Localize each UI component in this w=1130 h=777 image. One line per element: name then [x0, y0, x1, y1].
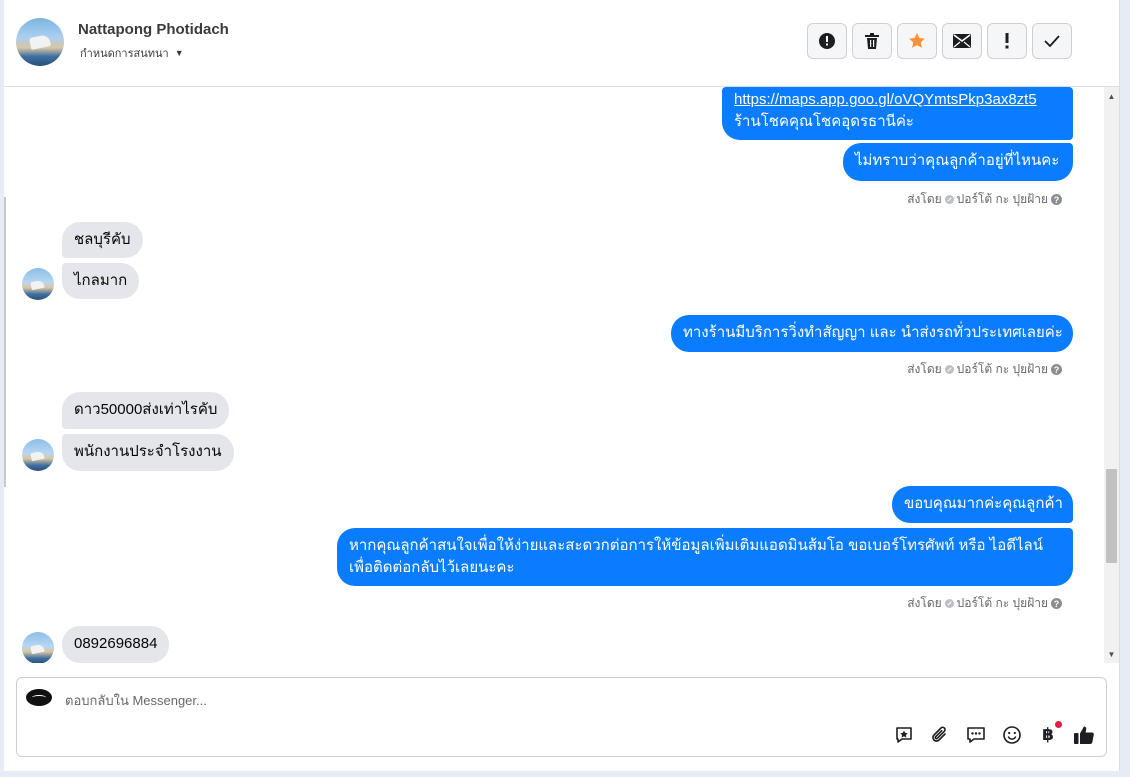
conversation-panel: Nattapong Photidach กำหนดการสนทนา ▼ http…: [4, 0, 1120, 771]
sent-by-info: ส่งโดย ปอร์โต้ กะ ปุยฝ้าย ?: [907, 360, 1062, 379]
sent-by-info: ส่งโดย ปอร์โต้ กะ ปุยฝ้าย ?: [907, 190, 1062, 209]
message-text: ทางร้านมีบริการวิ่งทำสัญญา และ นำส่งรถทั…: [683, 324, 1063, 341]
important-button[interactable]: [987, 23, 1027, 59]
incoming-message[interactable]: 0892696884: [62, 626, 170, 663]
paperclip-icon: [932, 726, 946, 742]
saved-reply-icon: [896, 727, 912, 743]
conversation-schedule-dropdown[interactable]: กำหนดการสนทนา ▼: [80, 44, 184, 62]
message-text: ไม่ทราบว่าคุณลูกค้าอยู่ที่ไหนคะ: [855, 152, 1060, 169]
attach-button[interactable]: [928, 723, 952, 747]
thread-scrollbar[interactable]: ▲ ▼: [1104, 87, 1119, 663]
sent-by-name: ปอร์โต้ กะ ปุยฝ้าย: [956, 596, 1048, 610]
saved-reply-button[interactable]: [892, 723, 916, 747]
verified-icon: [944, 599, 954, 608]
message-text-line1: หากคุณลูกค้าสนใจเพื่อให้ง่ายและสะดวกต่อก…: [349, 537, 1043, 554]
message-text: ชลบุรีคับ: [74, 231, 131, 248]
help-icon[interactable]: ?: [1051, 364, 1062, 375]
sent-by-name: ปอร์โต้ กะ ปุยฝ้าย: [956, 362, 1048, 376]
conversation-header: Nattapong Photidach กำหนดการสนทนา ▼: [4, 0, 1119, 87]
message-text-line2: เพื่อติดต่อกลับไว้เลยนะคะ: [349, 559, 515, 576]
left-edge-divider: [4, 197, 6, 487]
sent-by-label: ส่งโดย: [907, 192, 942, 206]
thumbs-up-icon: [1074, 726, 1094, 744]
contact-avatar[interactable]: [16, 18, 64, 66]
incoming-message[interactable]: ชลบุรีคับ: [62, 222, 143, 258]
scrollbar-thumb[interactable]: [1106, 469, 1117, 563]
scroll-down-icon[interactable]: ▼: [1104, 647, 1119, 661]
outgoing-message[interactable]: https://maps.app.goo.gl/oVQYmtsPkp3ax8zt…: [722, 87, 1073, 140]
delete-button[interactable]: [852, 23, 892, 59]
incoming-message[interactable]: ดาว50000ส่งเท่าไรคับ: [62, 392, 230, 429]
header-actions: [807, 23, 1072, 59]
star-icon: [909, 33, 925, 48]
reply-composer: ฿: [16, 677, 1107, 757]
quick-replies-button[interactable]: [964, 723, 988, 747]
star-button[interactable]: [897, 23, 937, 59]
incoming-message[interactable]: พนักงานประจำโรงงาน: [62, 434, 234, 471]
message-text: 0892696884: [74, 635, 158, 652]
message-thread: https://maps.app.goo.gl/oVQYmtsPkp3ax8zt…: [4, 87, 1104, 663]
checkmark-icon: [1044, 35, 1060, 47]
notification-dot: [1055, 721, 1062, 728]
spam-alert-button[interactable]: [807, 23, 847, 59]
mail-button[interactable]: [942, 23, 982, 59]
contact-name[interactable]: Nattapong Photidach: [78, 21, 229, 38]
outgoing-message[interactable]: ไม่ทราบว่าคุณลูกค้าอยู่ที่ไหนคะ: [843, 143, 1073, 181]
sent-by-label: ส่งโดย: [907, 596, 942, 610]
outgoing-message[interactable]: ขอบคุณมากค่ะคุณลูกค้า: [892, 486, 1073, 523]
help-icon[interactable]: ?: [1051, 194, 1062, 205]
emoji-button[interactable]: [1000, 723, 1024, 747]
map-link[interactable]: https://maps.app.goo.gl/oVQYmtsPkp3ax8zt…: [734, 91, 1037, 108]
contact-avatar-small[interactable]: [22, 439, 54, 471]
message-text: ไกลมาก: [74, 272, 128, 289]
like-button[interactable]: [1072, 723, 1096, 747]
scroll-up-icon[interactable]: ▲: [1104, 89, 1119, 103]
contact-avatar-small[interactable]: [22, 632, 54, 663]
incoming-message[interactable]: ไกลมาก: [62, 263, 140, 299]
reply-input[interactable]: [65, 690, 765, 710]
message-text: ขอบคุณมากค่ะคุณลูกค้า: [904, 495, 1063, 512]
sent-by-label: ส่งโดย: [907, 362, 942, 376]
trash-icon: [865, 33, 879, 49]
message-text: พนักงานประจำโรงงาน: [74, 443, 222, 460]
sent-by-name: ปอร์โต้ กะ ปุยฝ้าย: [956, 192, 1048, 206]
exclamation-icon: [1005, 33, 1009, 49]
sent-by-info: ส่งโดย ปอร์โต้ กะ ปุยฝ้าย ?: [907, 594, 1062, 613]
alert-circle-icon: [819, 33, 835, 49]
caret-down-icon: ▼: [174, 48, 184, 58]
smiley-icon: [1003, 726, 1021, 744]
verified-icon: [944, 195, 954, 204]
chat-bubble-icon: [967, 727, 985, 743]
message-text: ดาว50000ส่งเท่าไรคับ: [74, 401, 218, 418]
payment-button[interactable]: ฿: [1036, 721, 1062, 747]
mark-done-button[interactable]: [1032, 23, 1072, 59]
page-logo-icon: [26, 689, 52, 706]
conversation-schedule-label: กำหนดการสนทนา: [80, 48, 169, 60]
contact-avatar-small[interactable]: [22, 268, 54, 300]
outgoing-message[interactable]: ทางร้านมีบริการวิ่งทำสัญญา และ นำส่งรถทั…: [671, 315, 1073, 352]
composer-tools: ฿: [892, 721, 1096, 747]
message-text: ร้านโชคคุณโชคอุดรธานีค่ะ: [734, 113, 914, 130]
baht-icon: ฿: [1042, 725, 1054, 744]
outgoing-message[interactable]: หากคุณลูกค้าสนใจเพื่อให้ง่ายและสะดวกต่อก…: [337, 528, 1073, 586]
verified-icon: [944, 365, 954, 374]
help-icon[interactable]: ?: [1051, 598, 1062, 609]
envelope-icon: [953, 34, 971, 48]
